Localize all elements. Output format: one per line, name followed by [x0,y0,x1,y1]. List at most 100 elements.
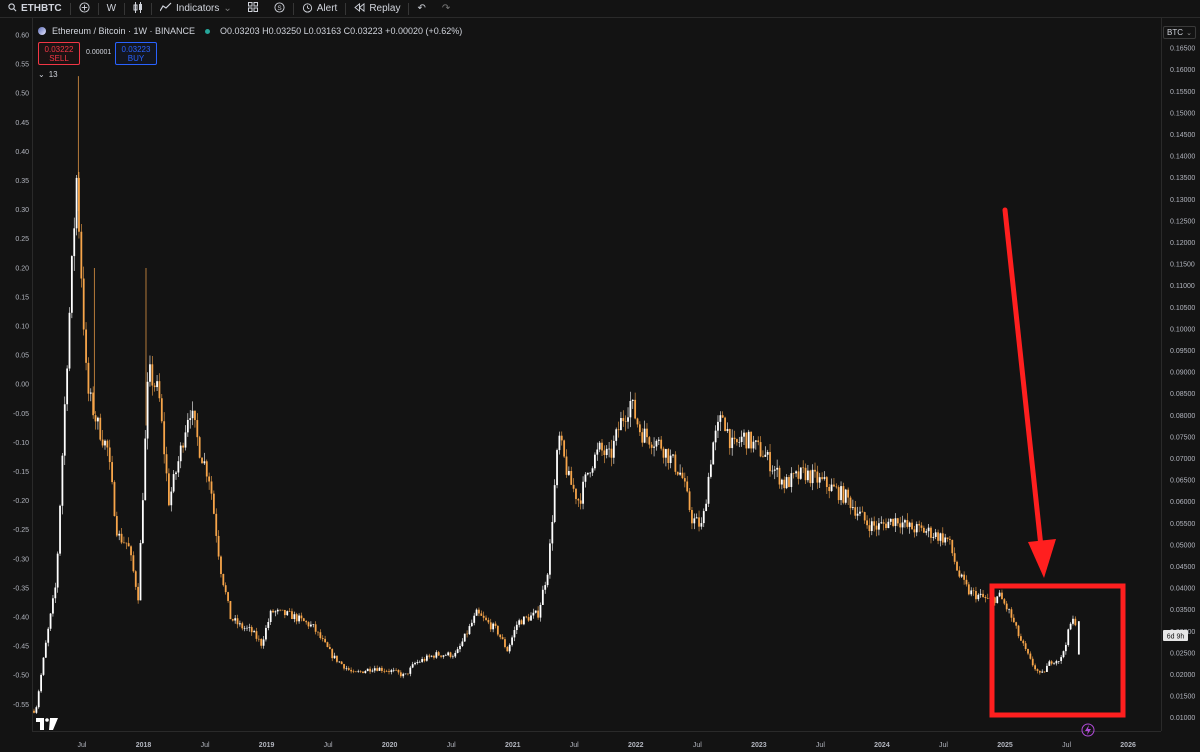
candle-body [236,618,239,625]
candle-body [970,590,973,595]
candle-body [930,527,932,538]
candle-body [47,628,50,643]
candle-body [908,522,911,527]
candle-body [743,432,745,437]
right-axis-tick: 0.08500 [1170,391,1195,398]
currency-selector[interactable]: BTC ⌄ [1163,26,1196,39]
candle-body [792,473,795,474]
candle-body [383,670,386,672]
candle-body [191,410,194,419]
candle-body [719,415,722,422]
candle-body [246,627,248,629]
time-axis-tick: Jul [693,742,702,749]
candle-body [141,500,144,544]
candle-body [300,615,303,619]
left-axis-tick: -0.35 [13,585,29,592]
candle-body [160,398,163,422]
candle-body [553,485,556,522]
candle-body [485,617,487,620]
candle-body [541,589,544,605]
buy-label: BUY [127,53,145,63]
candle-body [754,440,757,442]
candle-body [762,456,764,458]
candle-body [1022,640,1025,644]
candle-body [276,609,279,612]
candle-body [700,523,703,527]
candle-body [802,467,805,469]
candle-body [714,430,717,443]
candle-body [780,479,783,485]
candle-body [589,472,592,474]
candle-body [1074,618,1077,626]
candle-body [175,472,177,475]
candle-body [475,609,478,616]
candle-body [229,600,232,620]
candle-body [123,542,125,544]
flash-icon[interactable] [1081,723,1095,737]
legend-title[interactable]: Ethereum / Bitcoin · 1W · BINANCE [52,26,195,36]
candle-body [851,507,854,509]
candle-body [186,419,189,433]
candle-body [790,473,793,487]
candle-body [525,616,528,618]
candle-body [712,442,715,465]
indicators-collapse-toggle[interactable]: ⌄ 13 [38,70,58,79]
sell-button[interactable]: 0.03222 SELL [38,42,80,65]
candle-body [203,461,206,464]
candle-body [932,536,935,538]
candle-body [963,574,966,580]
candle-body [423,659,426,661]
time-axis-tick: Jul [201,742,210,749]
candle-body [37,691,40,708]
candle-body [880,522,883,524]
candle-body [395,669,398,671]
candle-body [1003,599,1006,604]
right-axis-tick: 0.07500 [1170,434,1195,441]
candle-body [130,546,132,556]
candle-body [392,669,395,671]
candle-body [326,642,329,648]
candle-body [92,392,95,416]
buy-button[interactable]: 0.03223 BUY [115,42,157,65]
chevron-down-icon: ⌄ [1186,29,1192,37]
candle-body [717,421,719,431]
countdown-text: 6d 9h [1167,634,1185,641]
candle-body [444,655,447,656]
candle-body [293,614,296,620]
time-axis-tick: 2022 [628,742,644,749]
candle-body [1067,629,1070,645]
candle-body [56,553,59,588]
candle-body [205,461,208,477]
right-axis-tick: 0.03500 [1170,607,1195,614]
candle-body [778,467,781,485]
candle-body [125,542,128,544]
candle-body [231,619,234,621]
candle-body [799,467,802,479]
candle-body [769,452,771,472]
candle-body [414,662,416,665]
candle-body [863,512,866,521]
candle-body [960,574,963,577]
candle-body [1031,658,1034,666]
candle-body [208,476,211,482]
candle-body [766,452,769,455]
right-axis-tick: 0.15500 [1170,89,1195,96]
candle-body [698,517,700,527]
candle-body [54,587,57,599]
candle-body [975,591,977,600]
candle-body [523,616,525,625]
candle-body [788,477,790,487]
candle-body [643,428,646,443]
candle-body [85,329,87,363]
price-chart[interactable]: 0.60 0.55 0.50 0.45 0.40 0.35 0.30 0.25 0.20 0.15… [0,0,1200,751]
candle-body [728,429,731,449]
candle-body [317,631,319,633]
candle-body [610,448,613,458]
left-axis-tick: 0.25 [15,236,29,243]
candle-body [350,669,353,672]
candle-body [915,524,918,533]
candle-body [887,521,890,529]
candle-body [549,543,551,575]
candle-body [115,516,118,536]
candle-body [371,670,374,672]
